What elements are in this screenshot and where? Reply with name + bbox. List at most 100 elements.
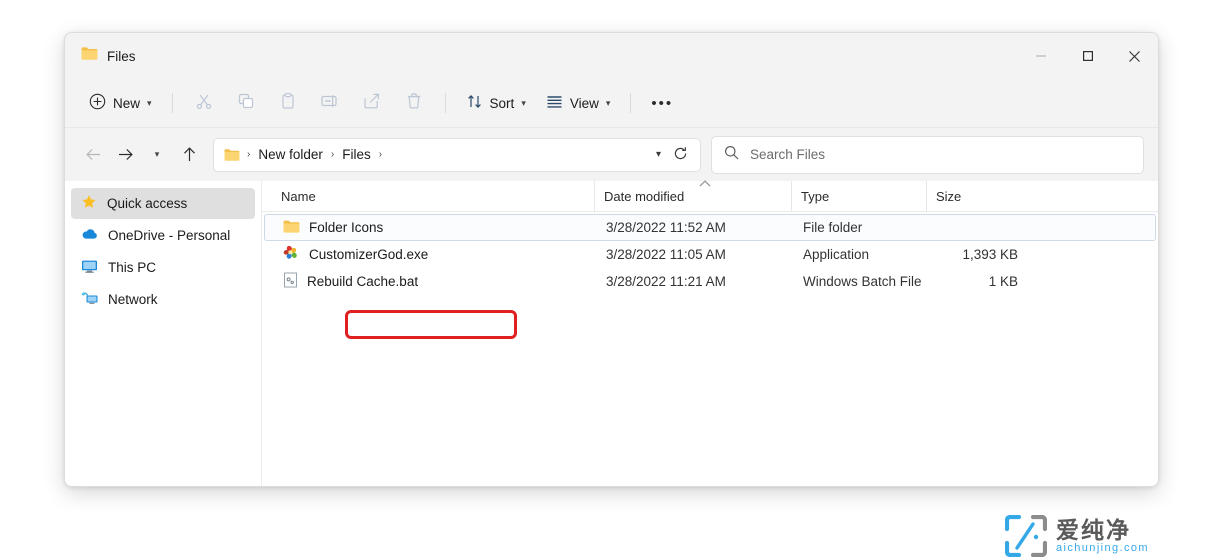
address-bar-row: ▾ › <box>65 128 1158 181</box>
new-button[interactable]: New ▾ <box>79 86 162 120</box>
search-input[interactable]: Search Files <box>711 136 1144 174</box>
command-bar: New ▾ <box>65 79 1158 127</box>
breadcrumb-separator: › <box>245 149 252 160</box>
recent-locations-button[interactable]: ▾ <box>141 139 173 171</box>
file-explorer-window: Files <box>64 32 1159 487</box>
delete-button[interactable] <box>394 86 434 120</box>
toolbar-divider-3 <box>630 93 631 113</box>
chevron-down-icon: ▾ <box>147 99 152 108</box>
sort-button-label: Sort <box>490 96 515 111</box>
sidebar-item-quick-access[interactable]: Quick access <box>71 188 255 219</box>
watermark-brand-url: aichunjing.com <box>1056 543 1149 554</box>
forward-button[interactable] <box>109 139 141 171</box>
minimize-button[interactable] <box>1017 33 1064 79</box>
view-button[interactable]: View ▾ <box>536 86 621 120</box>
breadcrumb-item-files[interactable]: Files <box>336 145 377 164</box>
file-name-text: CustomizerGod.exe <box>309 247 428 262</box>
network-icon <box>81 291 98 309</box>
breadcrumb-separator: › <box>377 149 384 160</box>
table-row[interactable]: Folder Icons 3/28/2022 11:52 AM File fol… <box>264 214 1156 241</box>
breadcrumb-separator: › <box>329 149 336 160</box>
breadcrumb-items: › New folder › Files › <box>245 145 648 164</box>
sidebar-item-onedrive[interactable]: OneDrive - Personal <box>71 220 255 251</box>
title-bar-left: Files <box>65 46 136 66</box>
paste-button[interactable] <box>268 86 308 120</box>
pinwheel-app-icon <box>283 245 300 264</box>
scissors-icon <box>195 92 213 115</box>
sidebar-item-network[interactable]: Network <box>71 284 255 315</box>
file-date-cell: 3/28/2022 11:21 AM <box>597 274 794 289</box>
close-button[interactable] <box>1111 33 1158 79</box>
file-size-cell: 1,393 KB <box>929 247 1029 262</box>
window-title: Files <box>107 49 136 64</box>
file-list: Name Date modified Type Size <box>262 181 1158 487</box>
file-date-cell: 3/28/2022 11:05 AM <box>597 247 794 262</box>
file-size-cell: 1 KB <box>929 274 1029 289</box>
breadcrumb-item-new-folder[interactable]: New folder <box>252 145 329 164</box>
watermark-brand-cn: 爱纯净 <box>1056 519 1149 542</box>
list-lines-icon <box>546 94 563 112</box>
maximize-button[interactable] <box>1064 33 1111 79</box>
title-bar: Files <box>65 33 1158 79</box>
file-date-cell: 3/28/2022 11:52 AM <box>597 220 794 235</box>
rename-button[interactable] <box>310 86 350 120</box>
plus-circle-icon <box>89 93 106 113</box>
folder-icon <box>283 219 300 237</box>
sidebar-item-label: Quick access <box>107 196 187 211</box>
batch-file-icon <box>283 272 298 291</box>
rename-icon <box>320 92 339 115</box>
file-name-text: Folder Icons <box>309 220 383 235</box>
clipboard-icon <box>279 92 297 115</box>
column-headers: Name Date modified Type Size <box>262 181 1158 212</box>
toolbar-divider <box>172 93 173 113</box>
toolbar-divider-2 <box>445 93 446 113</box>
breadcrumb-dropdown-icon[interactable]: ▾ <box>648 149 669 160</box>
chevron-down-icon: ▾ <box>521 99 526 108</box>
sort-arrows-icon <box>466 93 483 113</box>
table-row[interactable]: Rebuild Cache.bat 3/28/2022 11:21 AM Win… <box>264 268 1156 295</box>
trash-icon <box>405 92 423 115</box>
watermark: 爱纯净 aichunjing.com <box>1005 512 1222 560</box>
column-header-date-modified[interactable]: Date modified <box>594 181 791 212</box>
share-button[interactable] <box>352 86 392 120</box>
table-row[interactable]: CustomizerGod.exe 3/28/2022 11:05 AM App… <box>264 241 1156 268</box>
folder-icon <box>81 46 98 66</box>
breadcrumb[interactable]: › New folder › Files › ▾ <box>213 138 701 172</box>
refresh-icon[interactable] <box>669 146 692 164</box>
search-icon <box>724 145 739 165</box>
explorer-body: ▾ › <box>65 127 1158 487</box>
monitor-icon <box>81 259 98 277</box>
file-type-cell: File folder <box>794 220 929 235</box>
ellipsis-icon: ••• <box>651 95 673 112</box>
copy-icon <box>237 92 255 115</box>
chevron-down-icon: ▾ <box>155 150 160 159</box>
file-type-cell: Application <box>794 247 929 262</box>
content-area: Quick access OneDrive - Personal <box>65 181 1158 487</box>
new-button-label: New <box>113 96 140 111</box>
search-placeholder: Search Files <box>750 147 825 162</box>
star-icon <box>81 194 97 213</box>
sidebar-item-label: Network <box>108 292 158 307</box>
file-name-cell: CustomizerGod.exe <box>279 245 597 264</box>
sidebar-item-label: OneDrive - Personal <box>108 228 230 243</box>
file-rows: Folder Icons 3/28/2022 11:52 AM File fol… <box>262 212 1158 295</box>
window-controls <box>1017 33 1158 79</box>
cut-button[interactable] <box>184 86 224 120</box>
up-button[interactable] <box>173 139 205 171</box>
share-icon <box>362 92 381 115</box>
folder-icon <box>224 148 240 162</box>
sidebar-item-this-pc[interactable]: This PC <box>71 252 255 283</box>
sidebar-item-label: This PC <box>108 260 156 275</box>
sort-button[interactable]: Sort ▾ <box>456 86 536 120</box>
see-more-button[interactable]: ••• <box>641 86 683 120</box>
copy-button[interactable] <box>226 86 266 120</box>
view-button-label: View <box>570 96 599 111</box>
file-name-text: Rebuild Cache.bat <box>307 274 418 289</box>
column-header-name[interactable]: Name <box>276 181 594 212</box>
screenshot-root: Files <box>0 0 1222 560</box>
back-button[interactable] <box>77 139 109 171</box>
column-header-type[interactable]: Type <box>791 181 926 212</box>
column-header-size[interactable]: Size <box>926 181 1026 212</box>
navigation-pane: Quick access OneDrive - Personal <box>65 181 262 487</box>
watermark-text: 爱纯净 aichunjing.com <box>1056 519 1149 554</box>
